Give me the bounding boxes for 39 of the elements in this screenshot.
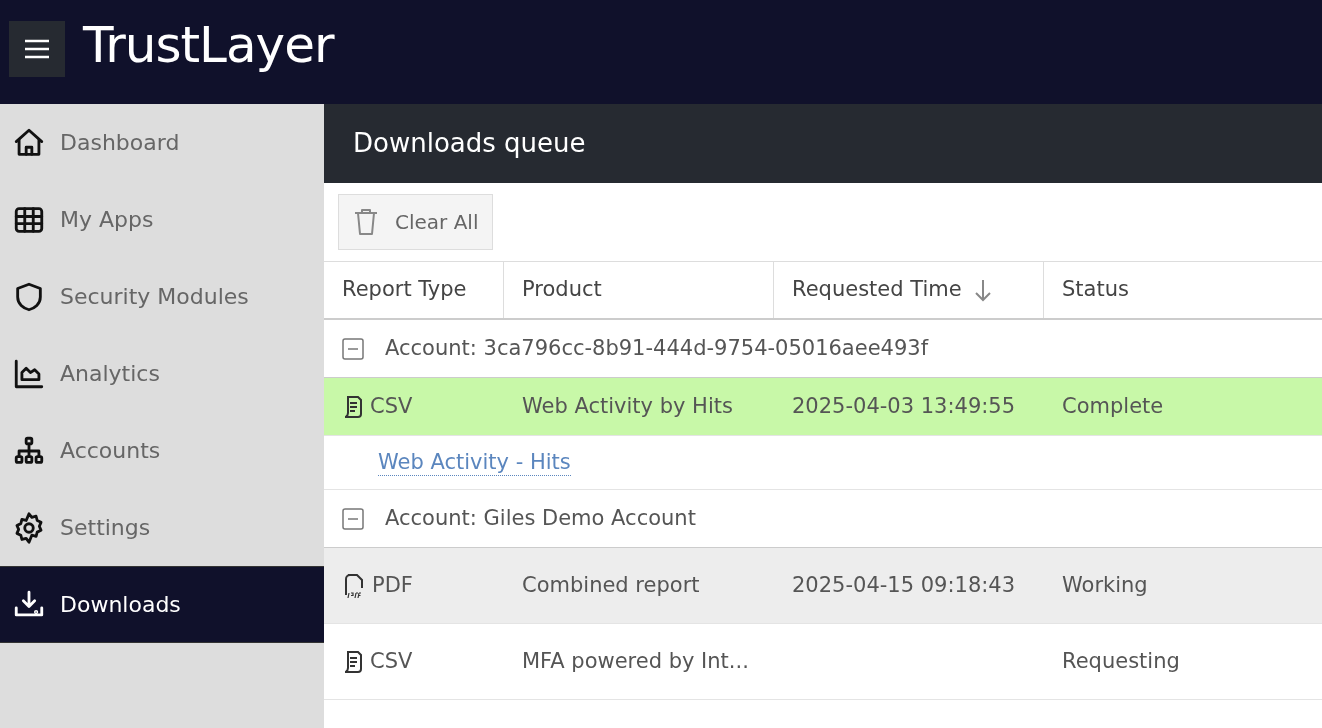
sidebar-item[interactable]: Downloads <box>0 566 324 643</box>
table-cell-text: Web Activity by Hits <box>522 392 733 420</box>
column-header[interactable]: Status <box>1044 262 1322 318</box>
document-icon <box>342 649 364 674</box>
collapse-icon[interactable] <box>342 337 364 360</box>
table-cell-text: Requesting <box>1062 647 1180 675</box>
sidebar-item[interactable]: Security Modules <box>0 258 324 335</box>
menu-button[interactable] <box>9 21 65 77</box>
table-cell-text: Complete <box>1062 392 1164 420</box>
column-header[interactable]: Report Type <box>324 262 504 318</box>
table-cell-text: CSV <box>370 647 413 675</box>
column-header[interactable]: Requested Time <box>774 262 1044 318</box>
logo: TrustLayer <box>83 19 334 71</box>
table-cell-text: MFA powered by Int... <box>522 647 749 675</box>
column-header[interactable]: Product <box>504 262 774 318</box>
table-cell-text: 2025-04-15 09:18:43 <box>792 571 1016 599</box>
sidebar-item[interactable]: Accounts <box>0 412 324 489</box>
sidebar-item[interactable]: Dashboard <box>0 104 324 181</box>
sidebar-item[interactable]: Analytics <box>0 335 324 412</box>
table-cell-text: CSV <box>370 392 413 420</box>
table-cell-text: PDF <box>372 571 413 599</box>
table-cell-text: Working <box>1062 571 1148 599</box>
pdf-file-icon <box>342 572 366 599</box>
sidebar-item[interactable]: Settings <box>0 489 324 566</box>
document-icon <box>342 394 364 419</box>
group-label: Account: 3ca796cc-8b91-444d-9754-05016aee493f <box>385 334 929 362</box>
table-row[interactable]: PDF Combined report 2025-04-15 09:18:43 Working <box>324 548 1322 624</box>
panel-title: Downloads queue <box>353 127 586 160</box>
download-link[interactable]: Web Activity - Hits <box>378 449 571 476</box>
collapse-icon[interactable] <box>342 507 364 530</box>
group-label: Account: Giles Demo Account <box>385 504 696 532</box>
sidebar-item[interactable]: My Apps <box>0 181 324 258</box>
table-cell-text: Combined report <box>522 571 700 599</box>
menu-icon <box>24 39 50 59</box>
trash-icon <box>353 207 379 237</box>
sort-down-icon <box>973 278 992 302</box>
clear-all-button[interactable]: Clear All <box>338 194 494 250</box>
table-cell-text: 2025-04-03 13:49:55 <box>792 392 1016 420</box>
table-row[interactable]: CSV Web Activity by Hits 2025-04-03 13:49:55 Complete <box>324 378 1322 436</box>
